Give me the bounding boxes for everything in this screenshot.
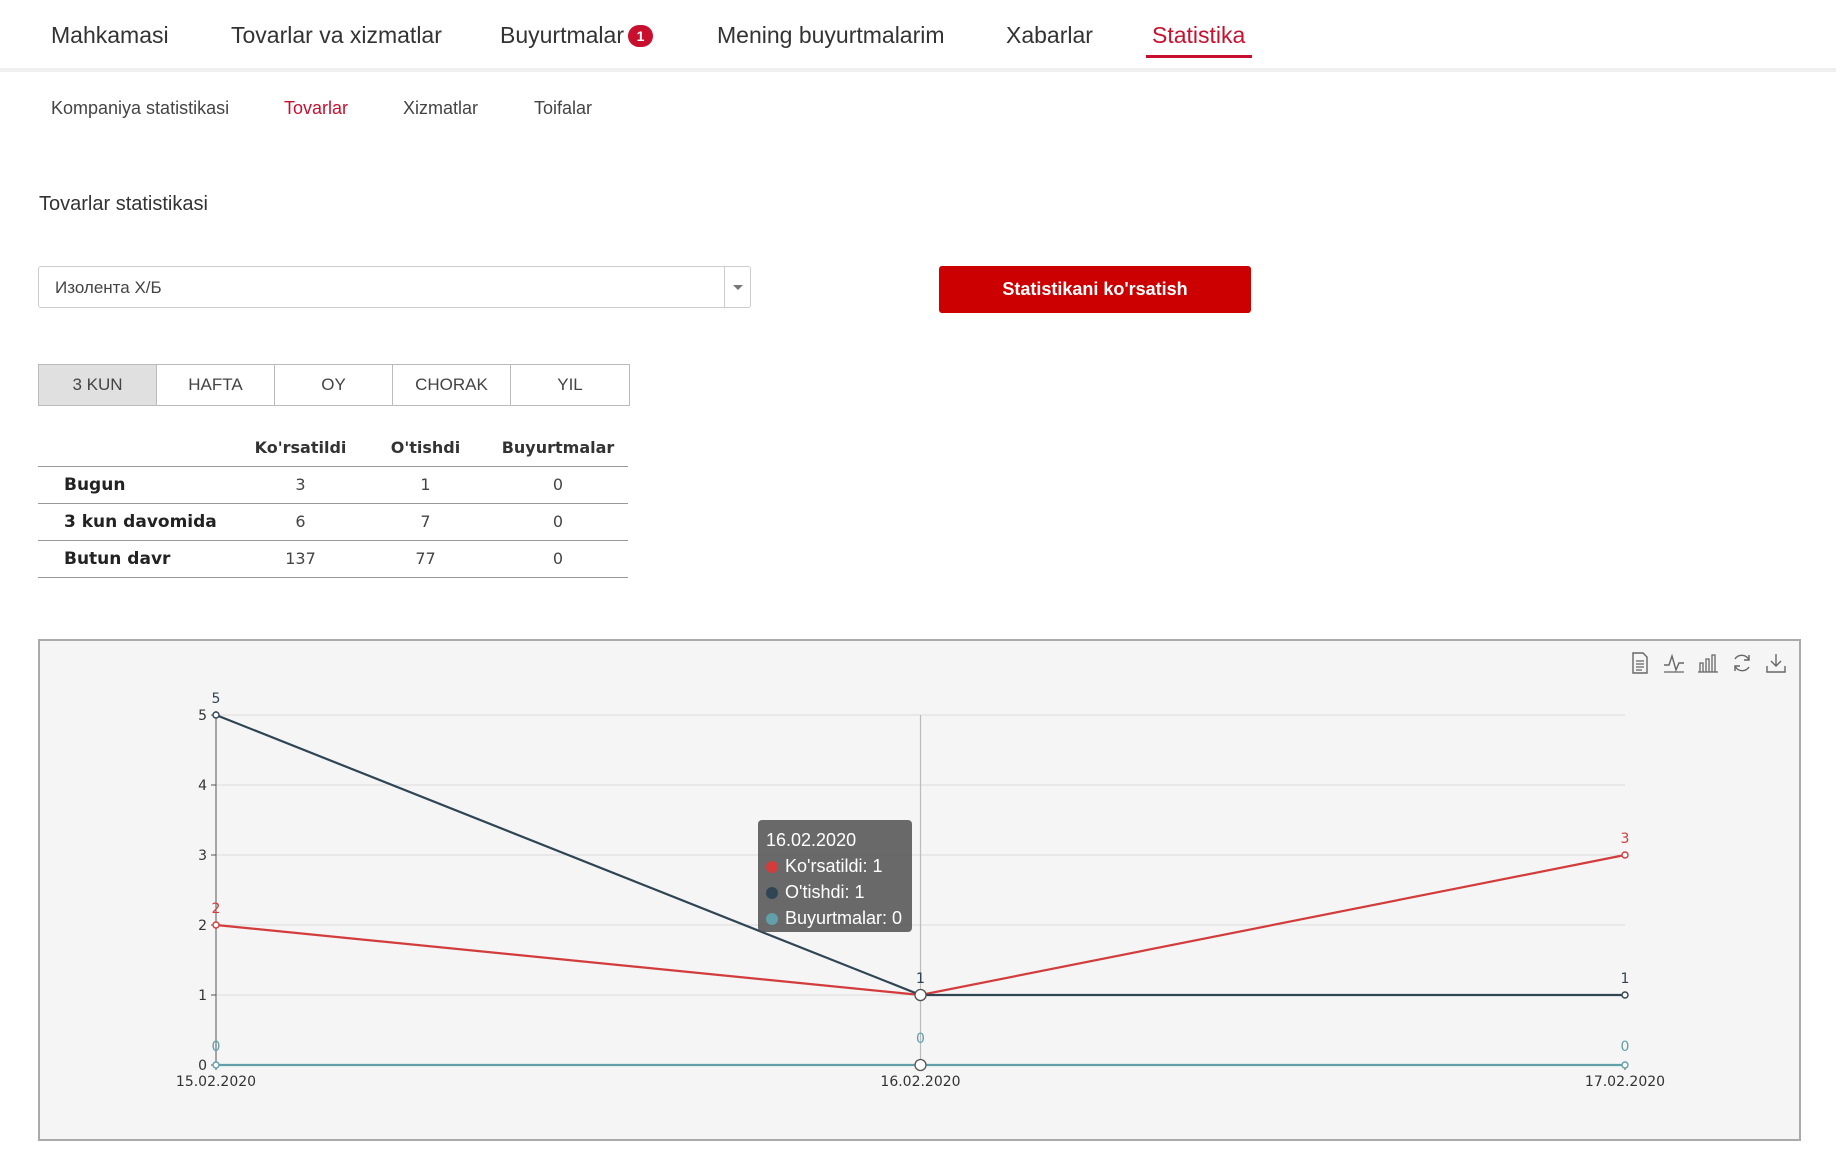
statistics-table: Ko'rsatildi O'tishdi Buyurtmalar Bugun 3… bbox=[38, 430, 628, 578]
chart-tooltip: 16.02.2020 Ko'rsatildi: 1 O'tishdi: 1 Bu… bbox=[758, 820, 912, 932]
nav-label: Mahkamasi bbox=[51, 22, 169, 48]
table-cell: 6 bbox=[238, 503, 363, 541]
table-cell: 0 bbox=[488, 503, 628, 541]
chart-panel bbox=[38, 639, 1801, 1141]
period-tab-3-kun[interactable]: 3 KUN bbox=[39, 365, 157, 405]
row-label: 3 kun davomida bbox=[38, 503, 238, 541]
nav-xabarlar[interactable]: Xabarlar bbox=[1006, 22, 1093, 49]
nav-label: Statistika bbox=[1152, 22, 1246, 48]
tooltip-text: Ko'rsatildi: 1 bbox=[785, 856, 883, 876]
series-dot-icon bbox=[766, 913, 778, 925]
active-tab-underline bbox=[1146, 55, 1252, 58]
dropdown-toggle[interactable] bbox=[724, 267, 750, 307]
table-row: Bugun 3 1 0 bbox=[38, 466, 628, 504]
nav-label: Mening buyurtmalarim bbox=[717, 22, 945, 48]
nav-tovarlar-va-xizmatlar[interactable]: Tovarlar va xizmatlar bbox=[231, 22, 442, 49]
table-header bbox=[38, 430, 238, 467]
nav-mening-buyurtmalarim[interactable]: Mening buyurtmalarim bbox=[717, 22, 945, 49]
table-cell: 7 bbox=[363, 503, 488, 541]
table-header-row: Ko'rsatildi O'tishdi Buyurtmalar bbox=[38, 430, 628, 467]
tooltip-title: 16.02.2020 bbox=[766, 830, 857, 850]
period-tab-hafta[interactable]: HAFTA bbox=[157, 365, 275, 405]
period-tab-yil[interactable]: YIL bbox=[511, 365, 629, 405]
subnav-xizmatlar[interactable]: Xizmatlar bbox=[403, 98, 478, 119]
show-statistics-button[interactable]: Statistikani ko'rsatish bbox=[939, 266, 1251, 313]
table-header: O'tishdi bbox=[363, 430, 488, 467]
period-tab-oy[interactable]: OY bbox=[275, 365, 393, 405]
table-header: Ko'rsatildi bbox=[238, 430, 363, 467]
data-view-icon[interactable] bbox=[1623, 649, 1657, 677]
subnav-toifalar[interactable]: Toifalar bbox=[534, 98, 592, 119]
period-tab-chorak[interactable]: CHORAK bbox=[393, 365, 511, 405]
nav-buyurtmalar[interactable]: Buyurtmalar 1 bbox=[500, 22, 653, 49]
top-navigation: Mahkamasi Tovarlar va xizmatlar Buyurtma… bbox=[0, 0, 1836, 72]
page-title: Tovarlar statistikasi bbox=[39, 193, 208, 215]
tooltip-line: Buyurtmalar: 0 bbox=[766, 905, 912, 931]
save-image-icon[interactable] bbox=[1759, 649, 1793, 677]
tooltip-line: O'tishdi: 1 bbox=[766, 879, 912, 905]
series-dot-icon bbox=[766, 861, 778, 873]
period-tabs: 3 KUN HAFTA OY CHORAK YIL bbox=[38, 364, 630, 406]
table-cell: 0 bbox=[488, 466, 628, 504]
line-chart-icon[interactable] bbox=[1657, 649, 1691, 677]
tooltip-text: O'tishdi: 1 bbox=[785, 882, 865, 902]
tooltip-text: Buyurtmalar: 0 bbox=[785, 908, 903, 928]
nav-label: Xabarlar bbox=[1006, 22, 1093, 48]
restore-icon[interactable] bbox=[1725, 649, 1759, 677]
table-cell: 3 bbox=[238, 466, 363, 504]
nav-mahkamasi[interactable]: Mahkamasi bbox=[51, 22, 169, 49]
table-header: Buyurtmalar bbox=[488, 430, 628, 467]
notification-badge: 1 bbox=[627, 25, 653, 47]
chevron-down-icon bbox=[733, 285, 743, 290]
chart-toolbox bbox=[1623, 649, 1793, 677]
row-label: Butun davr bbox=[38, 540, 238, 578]
product-select[interactable]: Изолента Х/Б bbox=[38, 266, 751, 308]
nav-label: Tovarlar va xizmatlar bbox=[231, 22, 442, 48]
product-select-value: Изолента Х/Б bbox=[55, 278, 162, 297]
nav-statistika[interactable]: Statistika bbox=[1152, 22, 1245, 49]
row-label: Bugun bbox=[38, 466, 238, 504]
table-row: Butun davr 137 77 0 bbox=[38, 540, 628, 578]
subnav-kompaniya-statistikasi[interactable]: Kompaniya statistikasi bbox=[51, 98, 229, 119]
series-dot-icon bbox=[766, 887, 778, 899]
bar-chart-icon[interactable] bbox=[1691, 649, 1725, 677]
tooltip-line: Ko'rsatildi: 1 bbox=[766, 853, 912, 879]
table-cell: 0 bbox=[488, 540, 628, 578]
table-cell: 137 bbox=[238, 540, 363, 578]
nav-label: Buyurtmalar bbox=[500, 22, 624, 48]
table-cell: 77 bbox=[363, 540, 488, 578]
table-row: 3 kun davomida 6 7 0 bbox=[38, 503, 628, 541]
table-cell: 1 bbox=[363, 466, 488, 504]
subnav-tovarlar[interactable]: Tovarlar bbox=[284, 98, 348, 119]
